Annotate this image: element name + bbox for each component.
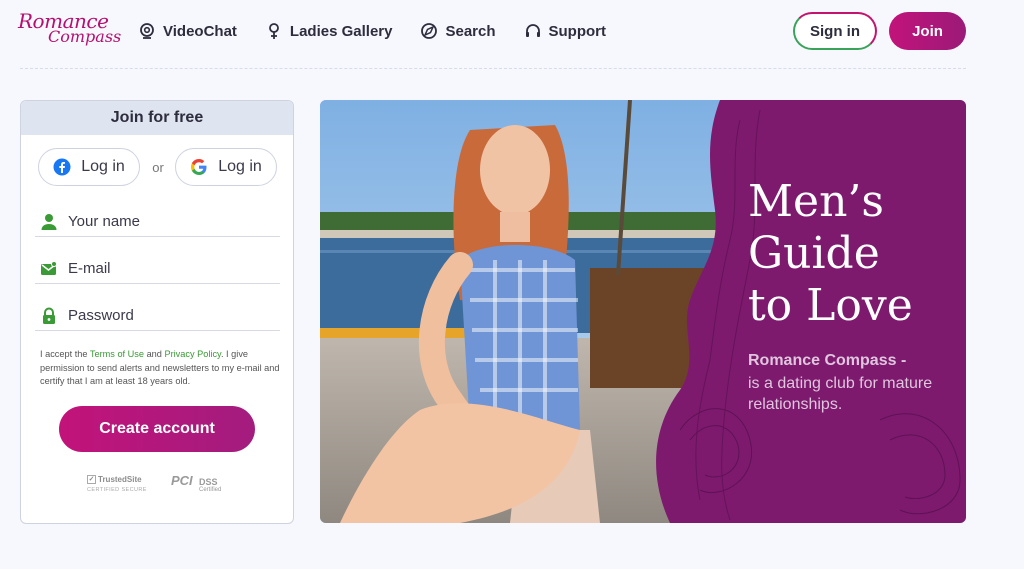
pci-certified-text: Certified [199,487,222,493]
nav-videochat-label: VideoChat [163,22,237,40]
terms-text: I accept the Terms of Use and Privacy Po… [40,348,280,389]
header-divider [20,68,966,69]
terms-pre: I accept the [40,349,90,359]
nav-support[interactable]: Support [524,20,607,42]
hero-title: Men’s Guide to Love [748,176,948,332]
pci-dss-text: DSS [199,477,218,487]
nav-support-label: Support [548,22,607,40]
social-login-row: Log in or Log in [38,148,278,188]
lady-icon [269,23,279,39]
privacy-policy-link[interactable]: Privacy Policy [164,349,221,359]
facebook-login-button[interactable]: Log in [38,148,140,186]
user-icon [41,213,57,230]
google-icon [191,159,207,175]
hero-banner: Men’s Guide to Love Romance Compass - is… [320,100,966,523]
nav-ladies-gallery[interactable]: Ladies Gallery [265,20,393,42]
header: Romance Compass VideoChat Ladies Gallery… [0,0,1024,68]
hero-title-line1: Men’s [748,176,884,227]
google-login-label: Log in [218,158,262,175]
email-icon [41,260,57,275]
romance-compass-logo[interactable]: Romance Compass [18,11,121,48]
webcam-icon [140,23,154,39]
terms-of-use-link[interactable]: Terms of Use [90,349,144,359]
facebook-login-label: Log in [81,158,125,175]
terms-and: and [144,349,165,359]
join-panel: Join for free Log in or Log in I accept … [20,100,294,524]
sign-in-button[interactable]: Sign in [793,12,877,50]
password-field [35,301,280,331]
facebook-icon [53,158,71,176]
nav-search-label: Search [445,22,496,40]
name-field [35,207,280,237]
trusted-line2: CERTIFIED SECURE [87,487,147,493]
hero-brand-text: Romance Compass - [748,352,907,369]
nav-search[interactable]: Search [420,20,496,42]
join-button[interactable]: Join [889,12,966,50]
create-account-button[interactable]: Create account [59,406,255,452]
hero-description: is a dating club for mature relationship… [748,375,933,413]
name-input[interactable] [68,213,268,230]
search-compass-icon [421,23,438,39]
nav-ladies-gallery-label: Ladies Gallery [289,22,393,40]
google-login-button[interactable]: Log in [175,148,277,186]
trustedsite-badge: ✓ TrustedSite CERTIFIED SECURE [87,475,147,499]
email-input[interactable] [68,260,268,277]
headset-icon [525,24,540,37]
join-panel-title: Join for free [21,101,293,135]
check-icon: ✓ [87,475,96,484]
trusted-line1: TrustedSite [98,475,142,484]
pci-text: PCI [171,473,193,488]
pci-dss-badge: PCI DSS Certified [171,473,227,497]
hero-title-line3: to Love [748,280,913,331]
hero-title-line2: Guide [748,228,880,279]
lock-icon [43,307,55,324]
main-nav: VideoChat Ladies Gallery Search Support [138,20,634,42]
password-input[interactable] [68,307,268,324]
nav-videochat[interactable]: VideoChat [138,20,237,42]
or-separator: or [152,160,164,175]
email-field [35,254,280,284]
